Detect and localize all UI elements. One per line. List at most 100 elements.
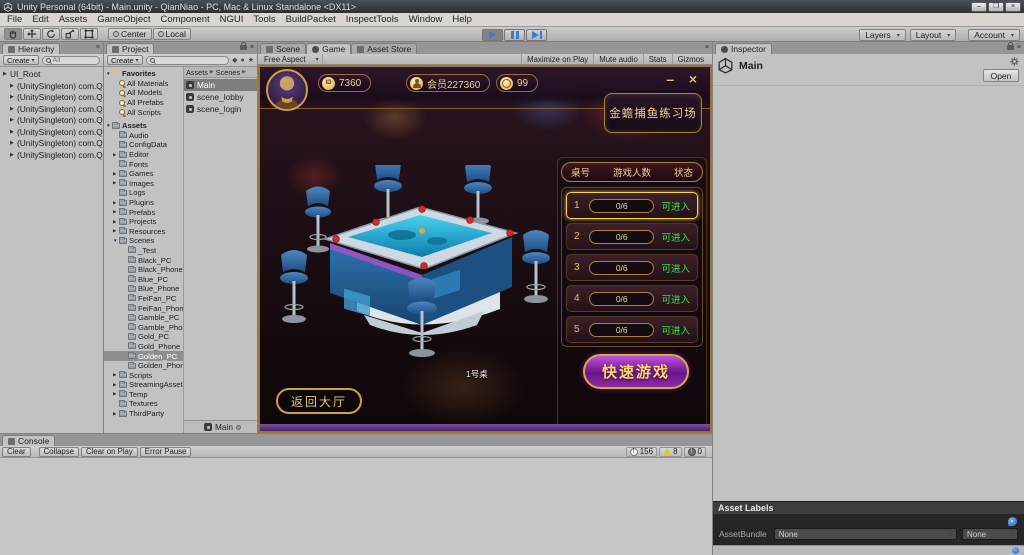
tab-game[interactable]: Game: [306, 43, 351, 54]
pivot-local-button[interactable]: Local: [153, 28, 191, 40]
project-create-button[interactable]: Create▾: [107, 55, 143, 65]
avatar[interactable]: [266, 69, 308, 111]
project-tree-item[interactable]: Assets: [104, 121, 183, 131]
project-tree-item[interactable]: Textures: [104, 399, 183, 409]
menu-item[interactable]: Tools: [248, 13, 280, 26]
project-tree-item[interactable]: Games: [104, 169, 183, 179]
panel-menu-icon[interactable]: ≡: [250, 44, 254, 51]
assetbundle-dropdown[interactable]: None▾: [774, 528, 957, 540]
project-tree-item[interactable]: Gamble_Phone: [104, 322, 183, 332]
scene-asset-item[interactable]: Main: [184, 79, 257, 91]
console-info-toggle[interactable]: 156: [626, 447, 657, 457]
game-view-toggle[interactable]: Mute audio: [593, 54, 643, 64]
project-tree-item[interactable]: Plugins: [104, 198, 183, 208]
services-icon[interactable]: [1012, 547, 1019, 554]
toolbar-dropdown[interactable]: Layers▾: [859, 29, 906, 41]
hierarchy-item[interactable]: ▶(UnitySingleton) com.QH.QPGam: [0, 138, 103, 150]
menu-item[interactable]: File: [2, 13, 27, 26]
menu-item[interactable]: Window: [404, 13, 448, 26]
room-row[interactable]: 3 0/6 可进入: [566, 254, 698, 281]
project-tree-item[interactable]: FeiFan_PC: [104, 294, 183, 304]
project-tree-item[interactable]: Images: [104, 179, 183, 189]
project-tree-item[interactable]: FeiFan_Phone: [104, 303, 183, 313]
project-tree-item[interactable]: ConfigData: [104, 140, 183, 150]
project-tree-item[interactable]: Projects: [104, 217, 183, 227]
scene-asset-item[interactable]: scene_login: [184, 103, 257, 115]
rotate-tool-button[interactable]: [42, 28, 60, 40]
console-error-toggle[interactable]: 0: [684, 447, 706, 457]
menu-item[interactable]: GameObject: [92, 13, 155, 26]
room-row[interactable]: 1 0/6 可进入: [566, 192, 698, 219]
project-tree-item[interactable]: Blue_Phone: [104, 284, 183, 294]
breadcrumb-scenes[interactable]: Scenes: [216, 68, 240, 77]
project-tree-item[interactable]: All Models: [104, 88, 183, 98]
move-tool-button[interactable]: [23, 28, 41, 40]
game-close-button[interactable]: ×: [689, 72, 697, 86]
project-tree-item[interactable]: All Prefabs: [104, 98, 183, 108]
hierarchy-item[interactable]: ▶(UnitySingleton) com.QH.QPGam: [0, 104, 103, 116]
label-tag-icon[interactable]: [1008, 517, 1017, 526]
tab-inspector[interactable]: Inspector: [715, 43, 772, 54]
menu-item[interactable]: Edit: [27, 13, 53, 26]
play-button[interactable]: [482, 29, 503, 41]
scene-asset-item[interactable]: scene_lobby: [184, 91, 257, 103]
tab-scene[interactable]: Scene: [260, 43, 306, 54]
toolbar-dropdown[interactable]: Account▾: [968, 29, 1020, 41]
room-row[interactable]: 4 0/6 可进入: [566, 285, 698, 312]
quick-play-button[interactable]: 快速游戏: [583, 354, 689, 389]
project-tree-item[interactable]: Golden_PC: [104, 351, 183, 361]
rect-tool-button[interactable]: [80, 28, 98, 40]
scale-tool-button[interactable]: [61, 28, 79, 40]
hierarchy-item[interactable]: ▶(UnitySingleton) com.QH.QPGam: [0, 92, 103, 104]
assetbundle-variant-dropdown[interactable]: None▾: [962, 528, 1018, 540]
hierarchy-item[interactable]: ▶(UnitySingleton) com.QH.QPGam: [0, 115, 103, 127]
window-maximize-button[interactable]: ❐: [988, 2, 1004, 12]
game-view-toggle[interactable]: Stats: [643, 54, 672, 64]
hierarchy-item[interactable]: ▶(UnitySingleton) com.QH.QPGam: [0, 127, 103, 139]
project-tree-item[interactable]: Fonts: [104, 159, 183, 169]
hierarchy-create-button[interactable]: Create▾: [3, 55, 39, 65]
hierarchy-item[interactable]: ▶UI_Root: [0, 69, 103, 81]
console-error-pause-button[interactable]: Error Pause: [140, 447, 192, 457]
toolbar-dropdown[interactable]: Layout▾: [910, 29, 957, 41]
project-tree-item[interactable]: Gold_PC: [104, 332, 183, 342]
project-tree-item[interactable]: Scripts: [104, 370, 183, 380]
game-view-toggle[interactable]: Gizmos: [672, 54, 709, 64]
project-tree-item[interactable]: Resources: [104, 227, 183, 237]
lock-icon[interactable]: [1007, 45, 1014, 50]
panel-menu-icon[interactable]: ≡: [705, 44, 709, 51]
tab-asset-store[interactable]: Asset Store: [351, 43, 417, 54]
menu-item[interactable]: BuildPacket: [281, 13, 341, 26]
window-close-button[interactable]: ×: [1005, 2, 1021, 12]
console-warning-toggle[interactable]: 8: [659, 447, 681, 457]
hierarchy-search-input[interactable]: All: [42, 56, 100, 65]
project-tree-item[interactable]: Editor: [104, 150, 183, 160]
gear-icon[interactable]: [1010, 57, 1019, 66]
menu-item[interactable]: NGUI: [215, 13, 249, 26]
tab-project[interactable]: Project: [106, 43, 154, 54]
window-minimize-button[interactable]: –: [971, 2, 987, 12]
project-tree-item[interactable]: _Test: [104, 246, 183, 256]
project-tree-item[interactable]: Black_PC: [104, 255, 183, 265]
project-tree-item[interactable]: Scenes: [104, 236, 183, 246]
game-minimize-button[interactable]: –: [666, 72, 674, 86]
project-tree-item[interactable]: Prefabs: [104, 207, 183, 217]
pause-button[interactable]: [504, 29, 525, 41]
console-clear-on-play-button[interactable]: Clear on Play: [81, 447, 138, 457]
room-row[interactable]: 5 0/6 可进入: [566, 316, 698, 343]
project-tree-item[interactable]: Blue_PC: [104, 274, 183, 284]
menu-item[interactable]: Component: [156, 13, 215, 26]
tab-console[interactable]: Console: [2, 435, 55, 446]
project-tree-item[interactable]: Gamble_PC: [104, 313, 183, 323]
console-clear-button[interactable]: Clear: [2, 447, 31, 457]
hierarchy-item[interactable]: ▶(UnitySingleton) com.QH.QPGam: [0, 150, 103, 162]
panel-menu-icon[interactable]: ≡: [1017, 44, 1021, 51]
project-tree-item[interactable]: Gold_Phone: [104, 342, 183, 352]
back-to-lobby-button[interactable]: 返回大厅: [276, 388, 362, 414]
menu-item[interactable]: InspectTools: [341, 13, 404, 26]
hierarchy-item[interactable]: ▶(UnitySingleton) com.QH.QPGam: [0, 81, 103, 93]
console-collapse-button[interactable]: Collapse: [39, 447, 79, 457]
hand-tool-button[interactable]: [4, 28, 22, 40]
project-tree-item[interactable]: All Materials: [104, 79, 183, 89]
search-by-label-icon[interactable]: ●: [240, 57, 244, 64]
